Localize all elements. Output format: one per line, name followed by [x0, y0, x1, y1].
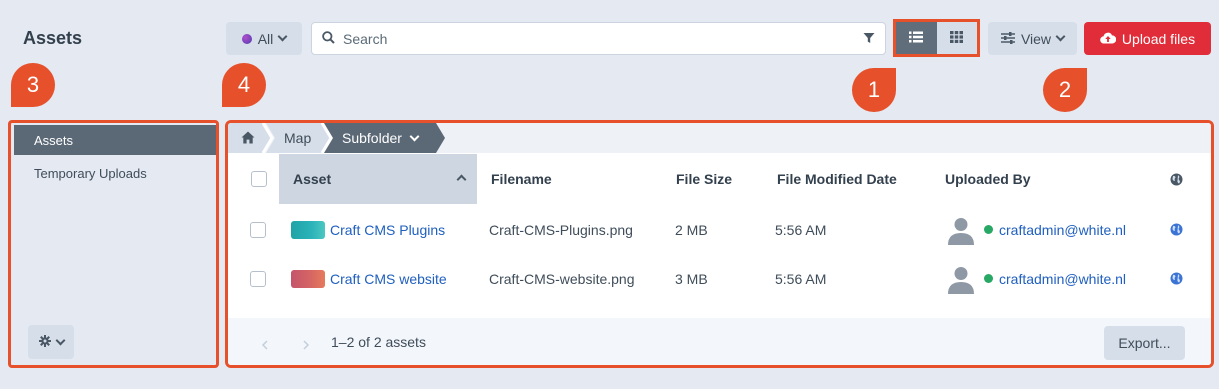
select-all-checkbox[interactable]	[251, 171, 267, 187]
column-header-filename[interactable]: Filename	[491, 154, 552, 204]
table-row[interactable]: Craft CMS Plugins Craft-CMS-Plugins.png …	[228, 205, 1211, 254]
site-dot-icon	[241, 33, 252, 44]
table-footer: 1–2 of 2 assets Export...	[228, 318, 1211, 365]
asset-title-link[interactable]: Craft CMS Plugins	[330, 222, 445, 238]
column-label: File Size	[676, 171, 733, 187]
cloud-upload-icon	[1100, 31, 1117, 47]
column-header-file-size[interactable]: File Size	[676, 154, 732, 204]
sidebar-item-label: Temporary Uploads	[34, 165, 147, 181]
view-label: View	[1020, 30, 1052, 47]
search-bar	[311, 22, 886, 55]
sidebar-item-label: Assets	[34, 132, 74, 148]
search-input[interactable]	[343, 30, 855, 47]
breadcrumb-item-map[interactable]: Map	[284, 123, 311, 153]
upload-label: Upload files	[1121, 30, 1196, 47]
upload-files-button[interactable]: Upload files	[1084, 22, 1211, 55]
column-header-asset[interactable]: Asset	[279, 154, 477, 204]
column-header-uploaded-by[interactable]: Uploaded By	[945, 154, 1031, 204]
uploader-link[interactable]: craftadmin@white.nl	[999, 222, 1126, 238]
globe-icon[interactable]	[1170, 223, 1183, 239]
breadcrumb-label: Subfolder	[342, 130, 402, 146]
asset-title-link[interactable]: Craft CMS website	[330, 271, 447, 287]
breadcrumb-label: Map	[284, 130, 312, 146]
globe-icon	[1170, 173, 1183, 189]
online-status-icon	[984, 274, 993, 283]
modified-date-cell: 5:56 AM	[775, 221, 827, 238]
row-checkbox[interactable]	[250, 222, 266, 238]
next-page-icon[interactable]	[302, 337, 310, 353]
callout-marker: 1	[852, 68, 896, 112]
file-size-cell: 3 MB	[675, 270, 708, 287]
breadcrumb: Map Subfolder	[228, 123, 1211, 153]
asset-thumbnail	[291, 220, 325, 239]
chevron-down-icon	[409, 131, 420, 141]
table-row[interactable]: Craft CMS website Craft-CMS-website.png …	[228, 254, 1211, 303]
gear-icon	[38, 334, 51, 350]
avatar	[946, 264, 976, 294]
column-label: Uploaded By	[945, 171, 1031, 187]
chevron-down-icon	[1055, 31, 1066, 42]
sliders-icon	[1000, 31, 1015, 47]
callout-marker: 2	[1043, 68, 1087, 112]
row-checkbox[interactable]	[250, 271, 266, 287]
site-scope-label: All	[257, 30, 274, 47]
column-label: Asset	[293, 171, 332, 187]
settings-menu-button[interactable]	[28, 325, 74, 359]
filename-cell: Craft-CMS-Plugins.png	[489, 221, 633, 238]
globe-icon[interactable]	[1170, 272, 1183, 288]
view-options-button[interactable]: View	[988, 22, 1077, 55]
list-icon	[909, 30, 924, 46]
grid-view-button[interactable]	[936, 22, 977, 54]
chevron-down-icon	[55, 335, 65, 345]
grid-icon	[950, 30, 964, 46]
callout-marker: 4	[222, 63, 266, 107]
filename-cell: Craft-CMS-website.png	[489, 270, 635, 287]
avatar	[946, 215, 976, 245]
pagination-count: 1–2 of 2 assets	[331, 334, 426, 350]
page-title: Assets	[23, 28, 83, 48]
view-mode-toggle	[896, 22, 977, 54]
sidebar-item-temporary-uploads[interactable]: Temporary Uploads	[14, 158, 216, 188]
filter-icon[interactable]	[863, 31, 875, 47]
table-header: Asset Filename File Size File Modified D…	[228, 154, 1211, 204]
column-label: File Modified Date	[777, 171, 897, 187]
list-view-button[interactable]	[896, 22, 937, 54]
asset-thumbnail	[291, 269, 325, 288]
breadcrumb-item-subfolder[interactable]: Subfolder	[342, 123, 420, 153]
export-button[interactable]: Export...	[1104, 326, 1185, 360]
column-label: Filename	[491, 171, 552, 187]
site-scope-button[interactable]: All	[226, 22, 302, 55]
file-size-cell: 2 MB	[675, 221, 708, 238]
callout-marker: 3	[11, 63, 55, 107]
chevron-down-icon	[277, 31, 288, 42]
prev-page-icon[interactable]	[261, 337, 269, 353]
modified-date-cell: 5:56 AM	[775, 270, 827, 287]
online-status-icon	[984, 225, 993, 234]
home-icon[interactable]	[241, 131, 255, 147]
sidebar-item-assets[interactable]: Assets	[14, 125, 216, 155]
asset-index-panel: Map Subfolder Asset Filename File Size F…	[228, 123, 1211, 365]
sort-ascending-icon	[456, 174, 467, 185]
uploader-link[interactable]: craftadmin@white.nl	[999, 271, 1126, 287]
column-header-file-modified-date[interactable]: File Modified Date	[777, 154, 897, 204]
search-icon	[322, 30, 335, 47]
